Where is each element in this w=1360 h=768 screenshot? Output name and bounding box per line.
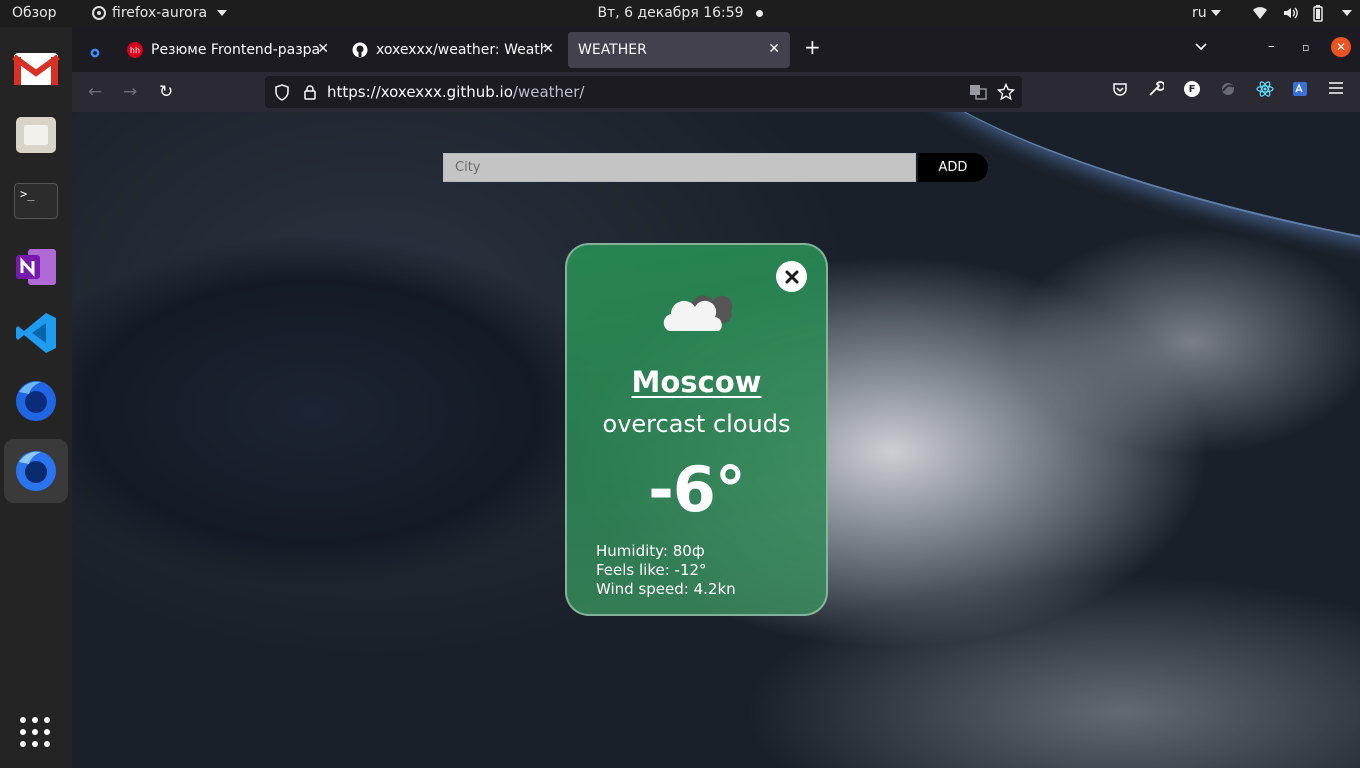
url-path: /weather/ xyxy=(512,83,585,101)
translate-icon[interactable] xyxy=(969,84,987,100)
onenote-icon[interactable] xyxy=(10,241,62,293)
firefox-view-icon xyxy=(90,48,100,58)
feels-like: Feels like: -12° xyxy=(596,561,707,579)
shield-icon[interactable] xyxy=(274,84,290,101)
terminal-window: >_ xyxy=(14,183,58,219)
weather-details: Humidity: 80ф Feels like: -12° Wind spee… xyxy=(596,542,736,599)
lock-icon[interactable] xyxy=(303,84,317,100)
language-label: ru xyxy=(1192,5,1207,21)
weather-card: Moscow overcast clouds -6° Humidity: 80ф… xyxy=(565,243,828,616)
page-viewport: ADD Moscow overcast clouds -6° Humidity:… xyxy=(72,112,1360,768)
firefox-logo xyxy=(16,381,56,421)
github-favicon-icon xyxy=(352,42,368,58)
close-icon xyxy=(785,270,798,283)
translator-extension-icon[interactable] xyxy=(1292,81,1308,97)
firefox-nightly-logo xyxy=(16,451,56,491)
battery-icon xyxy=(1313,5,1323,22)
vscode-icon[interactable] xyxy=(10,307,62,359)
nav-bar: ← → ↻ https://xoxexxx.github.io/weather/… xyxy=(72,72,1360,112)
pocket-icon[interactable] xyxy=(1112,81,1128,97)
city-search-form: ADD xyxy=(443,153,988,182)
wrench-icon[interactable] xyxy=(1148,81,1164,97)
files-folder xyxy=(16,117,56,153)
firefox-nightly-icon[interactable] xyxy=(4,439,68,503)
bookmark-star-icon[interactable] xyxy=(997,83,1015,101)
chevron-down-icon xyxy=(1210,10,1221,16)
system-tray[interactable] xyxy=(1252,4,1352,22)
close-tab-icon[interactable]: ✕ xyxy=(317,41,329,57)
add-city-button[interactable]: ADD xyxy=(918,153,988,182)
onenote-logo xyxy=(16,249,56,285)
terminal-glyph: >_ xyxy=(20,187,35,201)
dock: >_ xyxy=(0,27,72,768)
city-name: Moscow xyxy=(631,365,762,399)
back-icon[interactable]: ← xyxy=(88,82,102,102)
hh-favicon-icon: hh xyxy=(127,42,143,58)
tab-weather[interactable]: WEATHER ✕ xyxy=(568,32,790,68)
tab-strip: hh Резюме Frontend-разработ ✕ xoxexxx/we… xyxy=(72,27,1360,72)
overcast-clouds-icon xyxy=(663,295,733,331)
clock-text: Вт, 6 декабря 16:59 xyxy=(597,5,744,21)
notification-dot-icon xyxy=(755,9,763,17)
weather-description: overcast clouds xyxy=(602,410,791,438)
react-devtools-icon[interactable] xyxy=(1256,81,1274,97)
minimize-icon[interactable]: – xyxy=(1268,39,1275,54)
url-text[interactable]: https://xoxexxx.github.io/weather/ xyxy=(327,83,585,101)
tab-github[interactable]: xoxexxx/weather: Weathe ✕ xyxy=(342,32,564,68)
files-icon[interactable] xyxy=(10,109,62,161)
list-all-tabs-icon[interactable] xyxy=(1194,42,1208,52)
wifi-icon xyxy=(1253,7,1267,19)
terminal-icon[interactable]: >_ xyxy=(10,175,62,227)
extension-dark-icon[interactable] xyxy=(1220,81,1236,97)
maximize-icon[interactable]: ▫ xyxy=(1302,41,1309,54)
tab-resume[interactable]: hh Резюме Frontend-разработ ✕ xyxy=(117,32,339,68)
reload-icon[interactable]: ↻ xyxy=(159,82,173,102)
browser-window: hh Резюме Frontend-разработ ✕ xoxexxx/we… xyxy=(72,27,1360,112)
system-top-bar: Обзор firefox-aurora Вт, 6 декабря 16:59… xyxy=(0,0,1360,27)
hamburger-menu-icon[interactable] xyxy=(1328,81,1344,95)
close-window-icon[interactable]: ✕ xyxy=(1331,37,1351,57)
tab-title: xoxexxx/weather: Weathe xyxy=(376,42,546,58)
url-bar[interactable]: https://xoxexxx.github.io/weather/ xyxy=(265,76,1022,108)
temperature: -6° xyxy=(648,453,746,526)
close-tab-icon[interactable]: ✕ xyxy=(768,41,780,57)
gmail-logo xyxy=(12,53,60,85)
extension-f-icon[interactable]: F xyxy=(1184,81,1200,97)
vscode-logo xyxy=(16,313,56,353)
url-host: https://xoxexxx.github.io xyxy=(327,83,513,101)
city-input[interactable] xyxy=(443,153,916,182)
show-applications-icon[interactable] xyxy=(20,717,50,747)
firefox-icon[interactable] xyxy=(10,375,62,427)
wind-speed: Wind speed: 4.2kn xyxy=(596,580,736,598)
firefox-view-button[interactable] xyxy=(80,35,110,71)
tab-title: Резюме Frontend-разработ xyxy=(151,42,321,58)
chevron-down-icon xyxy=(1342,10,1352,16)
new-tab-icon[interactable]: + xyxy=(804,35,821,59)
volume-icon xyxy=(1284,7,1298,19)
remove-card-button[interactable] xyxy=(776,261,807,292)
language-indicator[interactable]: ru xyxy=(1192,5,1221,21)
clock[interactable]: Вт, 6 декабря 16:59 xyxy=(0,5,1360,21)
humidity: Humidity: 80ф xyxy=(596,542,705,560)
forward-icon[interactable]: → xyxy=(123,82,137,102)
gmail-icon[interactable] xyxy=(10,43,62,95)
tab-title: WEATHER xyxy=(578,42,647,58)
close-tab-icon[interactable]: ✕ xyxy=(542,41,554,57)
